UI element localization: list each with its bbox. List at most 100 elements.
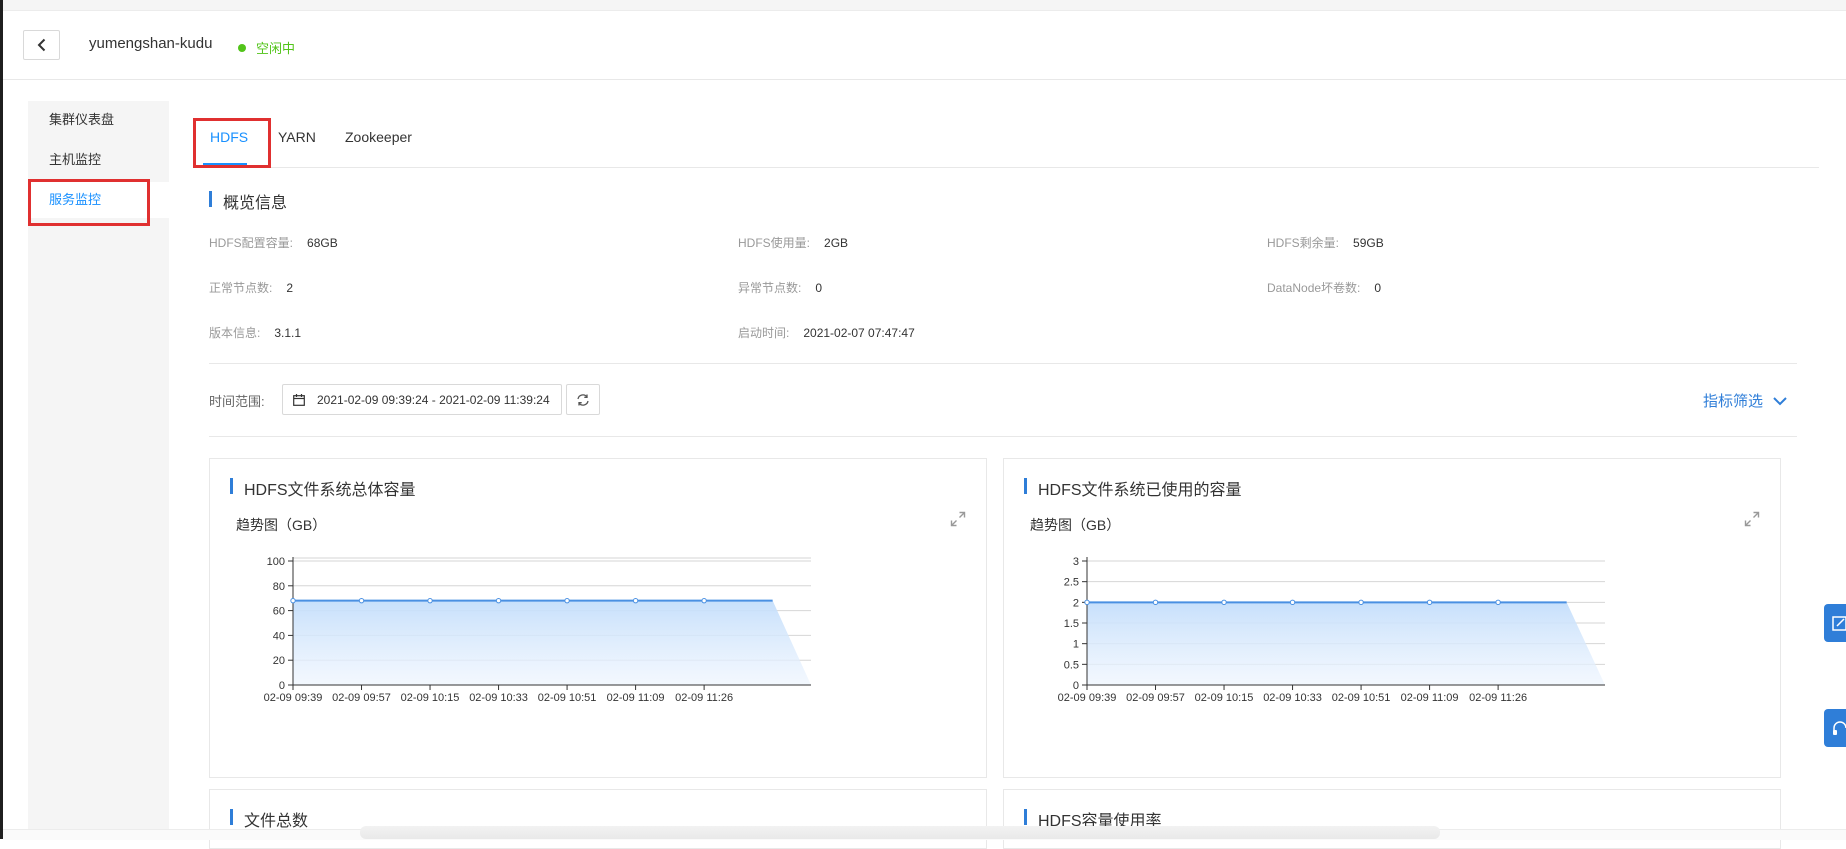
chart-title: 文件总数: [230, 807, 308, 831]
info-label: HDFS配置容量:: [209, 236, 294, 250]
tab-yarn[interactable]: YARN: [278, 129, 316, 145]
support-float-button[interactable]: [1824, 709, 1846, 747]
chevron-down-icon: [1773, 396, 1787, 405]
chart-title: HDFS文件系统已使用的容量: [1024, 476, 1242, 500]
x-tick-label: 02-09 10:15: [1195, 692, 1254, 704]
info-value: 3.1.1: [274, 326, 302, 340]
x-tick-label: 02-09 09:39: [1058, 692, 1117, 704]
headset-icon: [1833, 721, 1846, 735]
calendar-icon: [293, 393, 305, 406]
x-tick-label: 02-09 10:51: [1332, 692, 1391, 704]
data-point: [358, 597, 365, 604]
series-area: [1087, 602, 1605, 685]
y-tick-label: 0.5: [1064, 659, 1079, 671]
chart-used-capacity: 0 0.5 1 1.5 2 2.5 3 02-09 09:39 02-09 09:57 02-09…: [1058, 556, 1605, 704]
sidebar: 集群仪表盘 主机监控 服务监控: [28, 101, 169, 829]
sidebar-item-service-monitor[interactable]: 服务监控: [28, 182, 169, 218]
overview-title: 概览信息: [209, 189, 287, 213]
edit-float-button[interactable]: [1824, 604, 1846, 642]
data-point: [564, 597, 570, 604]
y-tick-label: 0: [1073, 680, 1079, 692]
x-tick-label: 02-09 11:26: [675, 692, 733, 704]
expand-icon[interactable]: [950, 511, 966, 527]
x-tick-label: 02-09 09:39: [264, 692, 323, 704]
edit-icon: [1832, 616, 1846, 631]
sidebar-item-host-monitor[interactable]: 主机监控: [28, 142, 169, 178]
tab-hdfs[interactable]: HDFS: [210, 129, 248, 145]
top-bar: [3, 0, 1846, 11]
x-tick-label: 02-09 09:57: [1126, 692, 1185, 704]
x-tick-label: 02-09 11:09: [1401, 692, 1459, 704]
info-hdfs-remaining: HDFS剩余量: 59GB: [1267, 234, 1384, 251]
x-tick-label: 02-09 11:09: [607, 692, 665, 704]
data-point: [701, 597, 707, 604]
refresh-icon: [577, 393, 589, 406]
data-point: [1358, 599, 1364, 606]
chart-subtitle: 趋势图（GB）: [236, 517, 327, 533]
y-tick-label: 80: [273, 581, 285, 593]
x-tick-label: 02-09 10:33: [469, 692, 528, 704]
main-content: HDFS YARN Zookeeper 概览信息 HDFS配置容量: 68GB H…: [169, 101, 1819, 849]
chart-subtitle: 趋势图（GB）: [1030, 517, 1121, 533]
info-label: DataNode坏卷数:: [1267, 281, 1361, 295]
data-point: [1084, 599, 1090, 606]
time-range-label: 时间范围:: [209, 394, 265, 409]
data-point: [1221, 599, 1227, 606]
metric-filter-label: 指标筛选: [1703, 393, 1764, 410]
info-value: 0: [815, 281, 823, 295]
y-tick-label: 3: [1073, 556, 1079, 568]
date-range-picker[interactable]: 2021-02-09 09:39:24 - 2021-02-09 11:39:2…: [282, 384, 562, 415]
chevron-left-icon: [37, 38, 45, 52]
info-value: 2021-02-07 07:47:47: [803, 326, 915, 340]
info-value: 68GB: [307, 236, 338, 250]
window-edge: [0, 0, 3, 839]
info-label: 正常节点数:: [209, 281, 273, 295]
chart-card-total-capacity: HDFS文件系统总体容量 趋势图（GB） 0 20 40 60 80 100 02-09 0…: [209, 458, 987, 778]
info-start-time: 启动时间: 2021-02-07 07:47:47: [738, 324, 915, 341]
refresh-button[interactable]: [566, 384, 600, 415]
data-point: [427, 597, 433, 604]
y-tick-label: 1: [1073, 639, 1079, 651]
info-value: 2GB: [824, 236, 849, 250]
info-version: 版本信息: 3.1.1: [209, 324, 301, 341]
back-button[interactable]: [23, 30, 60, 60]
page-header: yumengshan-kudu 空闲中: [3, 11, 1846, 80]
y-tick-label: 2: [1073, 597, 1079, 609]
data-point: [1152, 599, 1159, 606]
expand-icon[interactable]: [1744, 511, 1760, 527]
info-value: 2: [286, 281, 294, 295]
series-area: [293, 600, 811, 685]
status-text: 空闲中: [256, 41, 296, 56]
y-tick-label: 60: [273, 606, 285, 618]
sidebar-item-dashboard[interactable]: 集群仪表盘: [28, 102, 169, 138]
info-normal-nodes: 正常节点数: 2: [209, 279, 293, 296]
info-hdfs-capacity: HDFS配置容量: 68GB: [209, 234, 338, 251]
status-dot: [238, 44, 246, 52]
chart-total-capacity: 0 20 40 60 80 100 02-09 09:39 02-09 09:57 02-09 …: [264, 556, 811, 704]
x-tick-label: 02-09 11:26: [1469, 692, 1527, 704]
chart-card-used-capacity: HDFS文件系统已使用的容量 趋势图（GB） 0 0.5 1 1.5 2 2.5 3 02-0…: [1003, 458, 1781, 778]
tab-zookeeper[interactable]: Zookeeper: [345, 129, 412, 145]
chart-card-file-count: 文件总数: [209, 789, 987, 849]
y-tick-label: 40: [273, 630, 285, 642]
x-tick-label: 02-09 10:15: [401, 692, 460, 704]
info-value: 0: [1374, 281, 1382, 295]
metric-filter-toggle[interactable]: 指标筛选: [1703, 390, 1787, 411]
data-point: [495, 597, 502, 604]
info-value: 59GB: [1353, 236, 1384, 250]
cluster-name: yumengshan-kudu: [89, 35, 213, 52]
y-tick-label: 1.5: [1064, 618, 1079, 630]
x-tick-label: 02-09 10:51: [538, 692, 597, 704]
y-tick-label: 100: [267, 556, 285, 568]
horizontal-scrollbar[interactable]: [360, 826, 1440, 839]
info-hdfs-used: HDFS使用量: 2GB: [738, 234, 848, 251]
info-label: HDFS使用量:: [738, 236, 811, 250]
data-point: [1495, 599, 1501, 606]
divider: [209, 436, 1797, 437]
data-point: [632, 597, 639, 604]
info-label: 版本信息:: [209, 326, 261, 340]
date-range-value: 2021-02-09 09:39:24 - 2021-02-09 11:39:2…: [317, 392, 550, 407]
chart-card-capacity-usage: HDFS容量使用率: [1003, 789, 1781, 849]
info-abnormal-nodes: 异常节点数: 0: [738, 279, 822, 296]
chart-title: HDFS文件系统总体容量: [230, 476, 416, 500]
